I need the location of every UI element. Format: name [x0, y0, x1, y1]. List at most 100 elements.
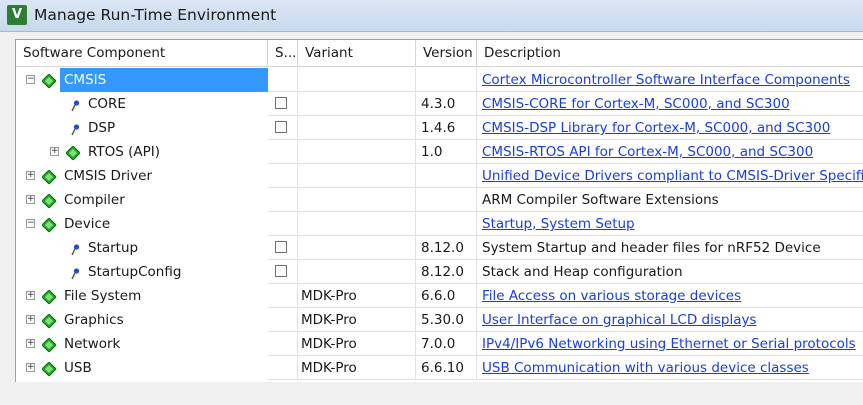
component-cell: + File System	[16, 284, 268, 308]
description-link[interactable]: CMSIS-CORE for Cortex-M, SC000, and SC30…	[482, 96, 790, 112]
component-name[interactable]: Graphics	[60, 308, 128, 332]
component-name[interactable]: CMSIS Driver	[60, 164, 156, 188]
expand-icon[interactable]: +	[26, 195, 35, 204]
description-link[interactable]: Unified Device Drivers compliant to CMSI…	[482, 168, 863, 184]
tree-row[interactable]: + CMSIS Driver Unified Device Drivers comp…	[16, 164, 863, 188]
component-name[interactable]: Network	[60, 332, 124, 356]
description-cell: CMSIS-DSP Library for Cortex-M, SC000, a…	[477, 116, 863, 140]
component-name[interactable]: USB	[60, 356, 96, 380]
description-link[interactable]: User Interface on graphical LCD displays	[482, 312, 757, 328]
column-header-description[interactable]: Description	[477, 40, 863, 67]
version-cell: 8.12.0	[416, 260, 477, 284]
variant-cell[interactable]: MDK-Pro	[298, 284, 416, 308]
select-checkbox[interactable]	[275, 97, 287, 109]
variant-cell[interactable]: MDK-Pro	[298, 356, 416, 380]
select-cell	[268, 68, 298, 92]
version-cell: 5.30.0	[416, 308, 477, 332]
tree-row[interactable]: + RTOS (API) 1.0 CMSIS-RTOS API for Cortex-…	[16, 140, 863, 164]
variant-cell[interactable]	[298, 212, 416, 236]
description-link[interactable]: CMSIS-DSP Library for Cortex-M, SC000, a…	[482, 120, 830, 136]
component-bundle-icon	[41, 288, 57, 305]
collapse-icon[interactable]: −	[26, 75, 35, 84]
description-text: System Startup and header files for nRF5…	[482, 240, 821, 256]
select-cell	[268, 212, 298, 236]
description-link[interactable]: IPv4/IPv6 Networking using Ethernet or S…	[482, 336, 856, 352]
tree-row[interactable]: DSP 1.4.6 CMSIS-DSP Library for Cortex-M, …	[16, 116, 863, 140]
component-pin-icon	[70, 120, 80, 136]
component-grid: Software Component S... Variant Version …	[15, 39, 863, 382]
description-cell: Startup, System Setup	[477, 212, 863, 236]
variant-cell[interactable]	[298, 188, 416, 212]
variant-cell[interactable]	[298, 140, 416, 164]
version-cell: 7.0.0	[416, 332, 477, 356]
expand-icon[interactable]: +	[26, 315, 35, 324]
select-checkbox[interactable]	[275, 241, 287, 253]
expand-icon[interactable]: +	[26, 291, 35, 300]
variant-cell[interactable]	[298, 260, 416, 284]
version-cell	[416, 68, 477, 92]
tree-row[interactable]: + USB MDK-Pro 6.6.10 USB Communication with …	[16, 356, 863, 380]
component-name[interactable]: Device	[60, 212, 114, 236]
description-link[interactable]: USB Communication with various device cl…	[482, 360, 809, 376]
description-cell: USB Communication with various device cl…	[477, 356, 863, 380]
column-header-software-component[interactable]: Software Component	[16, 40, 268, 67]
column-header-version[interactable]: Version	[416, 40, 477, 67]
version-cell	[416, 212, 477, 236]
component-name[interactable]: Compiler	[60, 188, 129, 212]
variant-cell[interactable]	[298, 164, 416, 188]
description-link[interactable]: Cortex Microcontroller Software Interfac…	[482, 72, 850, 88]
description-link[interactable]: Startup, System Setup	[482, 216, 635, 232]
variant-cell[interactable]	[298, 236, 416, 260]
component-bundle-icon	[41, 168, 57, 185]
component-cell: − Device	[16, 212, 268, 236]
component-name[interactable]: CMSIS	[60, 68, 268, 92]
select-cell	[268, 308, 298, 332]
expand-icon[interactable]: +	[26, 171, 35, 180]
description-link[interactable]: File Access on various storage devices	[482, 288, 741, 304]
version-cell	[416, 164, 477, 188]
version-cell: 4.3.0	[416, 92, 477, 116]
tree-row[interactable]: StartupConfig 8.12.0 Stack and Heap config…	[16, 260, 863, 284]
tree-row[interactable]: + Compiler ARM Compiler Software Extension…	[16, 188, 863, 212]
component-name[interactable]: CORE	[84, 92, 130, 116]
component-cell: + RTOS (API)	[16, 140, 268, 164]
component-name[interactable]: File System	[60, 284, 145, 308]
component-name[interactable]: Startup	[84, 236, 142, 260]
component-name[interactable]: DSP	[84, 116, 119, 140]
select-cell	[268, 284, 298, 308]
tree-row[interactable]: Startup 8.12.0 System Startup and header f…	[16, 236, 863, 260]
select-checkbox[interactable]	[275, 121, 287, 133]
variant-cell[interactable]	[298, 68, 416, 92]
select-checkbox[interactable]	[275, 265, 287, 277]
collapse-icon[interactable]: −	[26, 219, 35, 228]
variant-cell[interactable]: MDK-Pro	[298, 308, 416, 332]
variant-cell[interactable]	[298, 116, 416, 140]
keil-app-icon: V	[7, 5, 27, 25]
tree-row[interactable]: − CMSIS Cortex Microcontroller Software In…	[16, 68, 863, 92]
tree-row[interactable]: + Graphics MDK-Pro 5.30.0 User Interface on …	[16, 308, 863, 332]
tree-row[interactable]: + Network MDK-Pro 7.0.0 IPv4/IPv6 Networking…	[16, 332, 863, 356]
window-title: Manage Run-Time Environment	[34, 6, 277, 24]
variant-cell[interactable]: MDK-Pro	[298, 332, 416, 356]
variant-cell[interactable]	[298, 92, 416, 116]
description-cell: Stack and Heap configuration	[477, 260, 863, 284]
component-name[interactable]: StartupConfig	[84, 260, 185, 284]
component-name[interactable]: RTOS (API)	[84, 140, 164, 164]
description-cell: ARM Compiler Software Extensions	[477, 188, 863, 212]
version-cell: 1.0	[416, 140, 477, 164]
expand-icon[interactable]: +	[26, 363, 35, 372]
column-header-sel[interactable]: S...	[268, 40, 298, 67]
component-cell: Startup	[16, 236, 268, 260]
tree-row[interactable]: − Device Startup, System Setup	[16, 212, 863, 236]
component-pin-icon	[70, 264, 80, 280]
select-cell	[268, 164, 298, 188]
component-cell: + Compiler	[16, 188, 268, 212]
description-text: Stack and Heap configuration	[482, 264, 683, 280]
expand-icon[interactable]: +	[50, 147, 59, 156]
tree-row[interactable]: + File System MDK-Pro 6.6.0 File Access on v…	[16, 284, 863, 308]
description-link[interactable]: CMSIS-RTOS API for Cortex-M, SC000, and …	[482, 144, 813, 160]
tree-row[interactable]: CORE 4.3.0 CMSIS-CORE for Cortex-M, SC000,…	[16, 92, 863, 116]
expand-icon[interactable]: +	[26, 339, 35, 348]
column-header-variant[interactable]: Variant	[298, 40, 416, 67]
component-cell: + USB	[16, 356, 268, 380]
